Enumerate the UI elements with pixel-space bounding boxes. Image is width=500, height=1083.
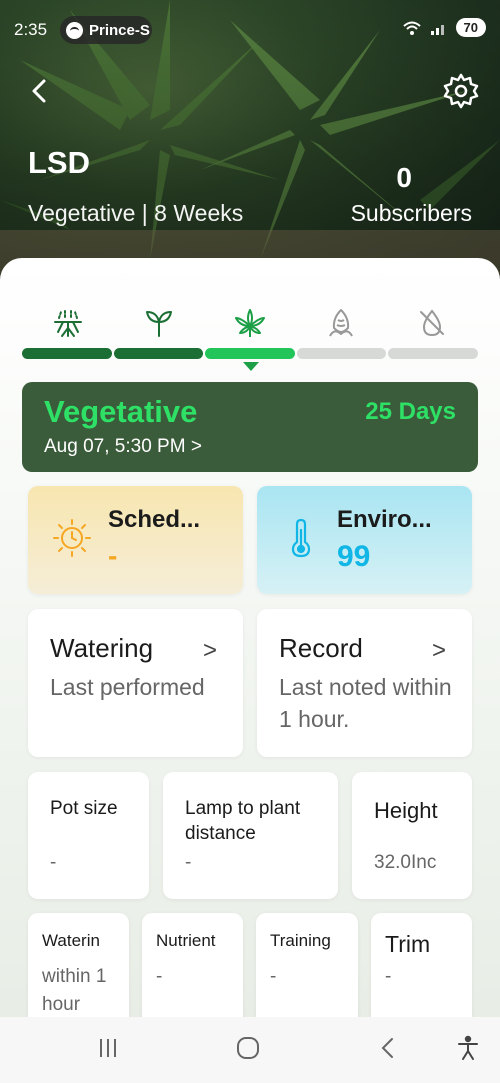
pot-size-card[interactable]: Pot size - [28,772,149,899]
system-back-button[interactable] [372,1031,404,1065]
schedule-value: - [108,540,118,571]
spotify-label: Prince-S [89,21,150,39]
accessibility-button[interactable] [452,1031,484,1065]
training-value: - [270,966,277,987]
height-title: Height [374,798,438,823]
subscriber-count[interactable]: 0 [396,162,412,194]
signal-icon [430,24,444,35]
progress-segment [113,348,204,359]
settings-button[interactable] [442,72,480,110]
seedling-icon [145,311,172,337]
pot-size-value: - [50,852,57,873]
record-title: Record [279,633,363,663]
nutrient-value: - [156,966,163,987]
battery-indicator: 70 [455,18,486,37]
recent-apps-button[interactable] [92,1031,124,1065]
height-value: 32.0Inc [374,852,437,873]
progress-segment [22,348,112,359]
back-arrow-icon [32,79,46,103]
subscriber-label[interactable]: Subscribers [351,200,472,227]
status-icons: 70 [402,18,486,37]
schedule-title: Sched... [108,506,201,533]
record-subtitle: Last noted within 1 hour. [279,674,452,732]
stage-title: Vegetative [44,394,198,429]
current-stage-pointer-icon [243,362,259,371]
environment-value: 99 [337,540,371,573]
training-card[interactable]: Training - [256,913,358,1033]
stage-flowering[interactable] [295,306,386,342]
watering-log-value: within 1 hour [42,966,107,1015]
flower-bud-icon [328,309,353,337]
status-bar: 2:35 Prince-S 70 [0,10,500,50]
lamp-distance-title: Lamp to plant distance [185,798,301,844]
chevron-right-icon: > [431,637,446,664]
system-navigation-bar [0,1017,500,1083]
record-card[interactable]: Record > Last noted within 1 hour. [257,609,472,757]
training-title: Training [270,931,331,950]
spotify-now-playing[interactable]: Prince-S [60,16,152,44]
watering-subtitle: Last performed [50,674,205,700]
stage-germination[interactable] [22,306,113,342]
trim-card[interactable]: Trim - [371,913,472,1033]
plant-stage-age: Vegetative | 8 Weeks [28,200,244,226]
pot-size-title: Pot size [50,798,118,819]
no-water-icon [419,309,444,337]
stage-start-date[interactable]: Aug 07, 5:30 PM > [44,436,202,458]
home-button[interactable] [232,1031,264,1065]
progress-segment [388,348,478,359]
spotify-icon [66,21,83,39]
nutrient-title: Nutrient [156,931,216,950]
environment-card[interactable]: Enviro... 99 [257,486,472,594]
trim-value: - [385,966,392,987]
accessibility-icon [458,1035,478,1060]
nutrient-card[interactable]: Nutrient - [142,913,243,1033]
schedule-card[interactable]: Sched... - [28,486,243,594]
watering-log-card[interactable]: Waterin within 1 hour [28,913,129,1033]
home-icon [237,1037,259,1059]
stage-card[interactable]: Vegetative 25 Days Aug 07, 5:30 PM > [22,382,478,472]
plant-name: LSD [28,145,90,180]
stage-drying[interactable] [386,306,477,342]
progress-segment [296,348,387,359]
lamp-distance-value: - [185,852,192,873]
gear-icon [443,73,479,109]
sun-clock-icon [53,519,91,557]
back-button[interactable] [26,76,56,106]
stage-seedling[interactable] [113,306,204,342]
thermometer-icon [291,518,311,558]
lamp-distance-card[interactable]: Lamp to plant distance - [163,772,338,899]
environment-title: Enviro... [337,506,432,533]
wifi-icon [402,21,421,35]
trim-title: Trim [385,931,431,957]
back-chevron-icon [381,1038,393,1058]
progress-segment-current [205,348,295,359]
watering-log-title: Waterin [42,931,100,950]
status-time: 2:35 [14,20,48,39]
growth-stage-icons [22,306,478,342]
recent-apps-icon [100,1039,116,1057]
watering-card[interactable]: Watering > Last performed [28,609,243,757]
cannabis-leaf-icon [234,309,265,337]
chevron-right-icon: > [202,637,217,664]
plant-details-sheet: Vegetative 25 Days Aug 07, 5:30 PM > Sch… [0,258,500,1083]
stage-days: 25 Days [365,398,456,425]
height-card[interactable]: Height 32.0Inc [352,772,472,899]
roots-icon [53,309,82,337]
stage-vegetative[interactable] [204,306,295,342]
watering-title: Watering [50,633,154,663]
growth-stage-progress [22,348,478,359]
